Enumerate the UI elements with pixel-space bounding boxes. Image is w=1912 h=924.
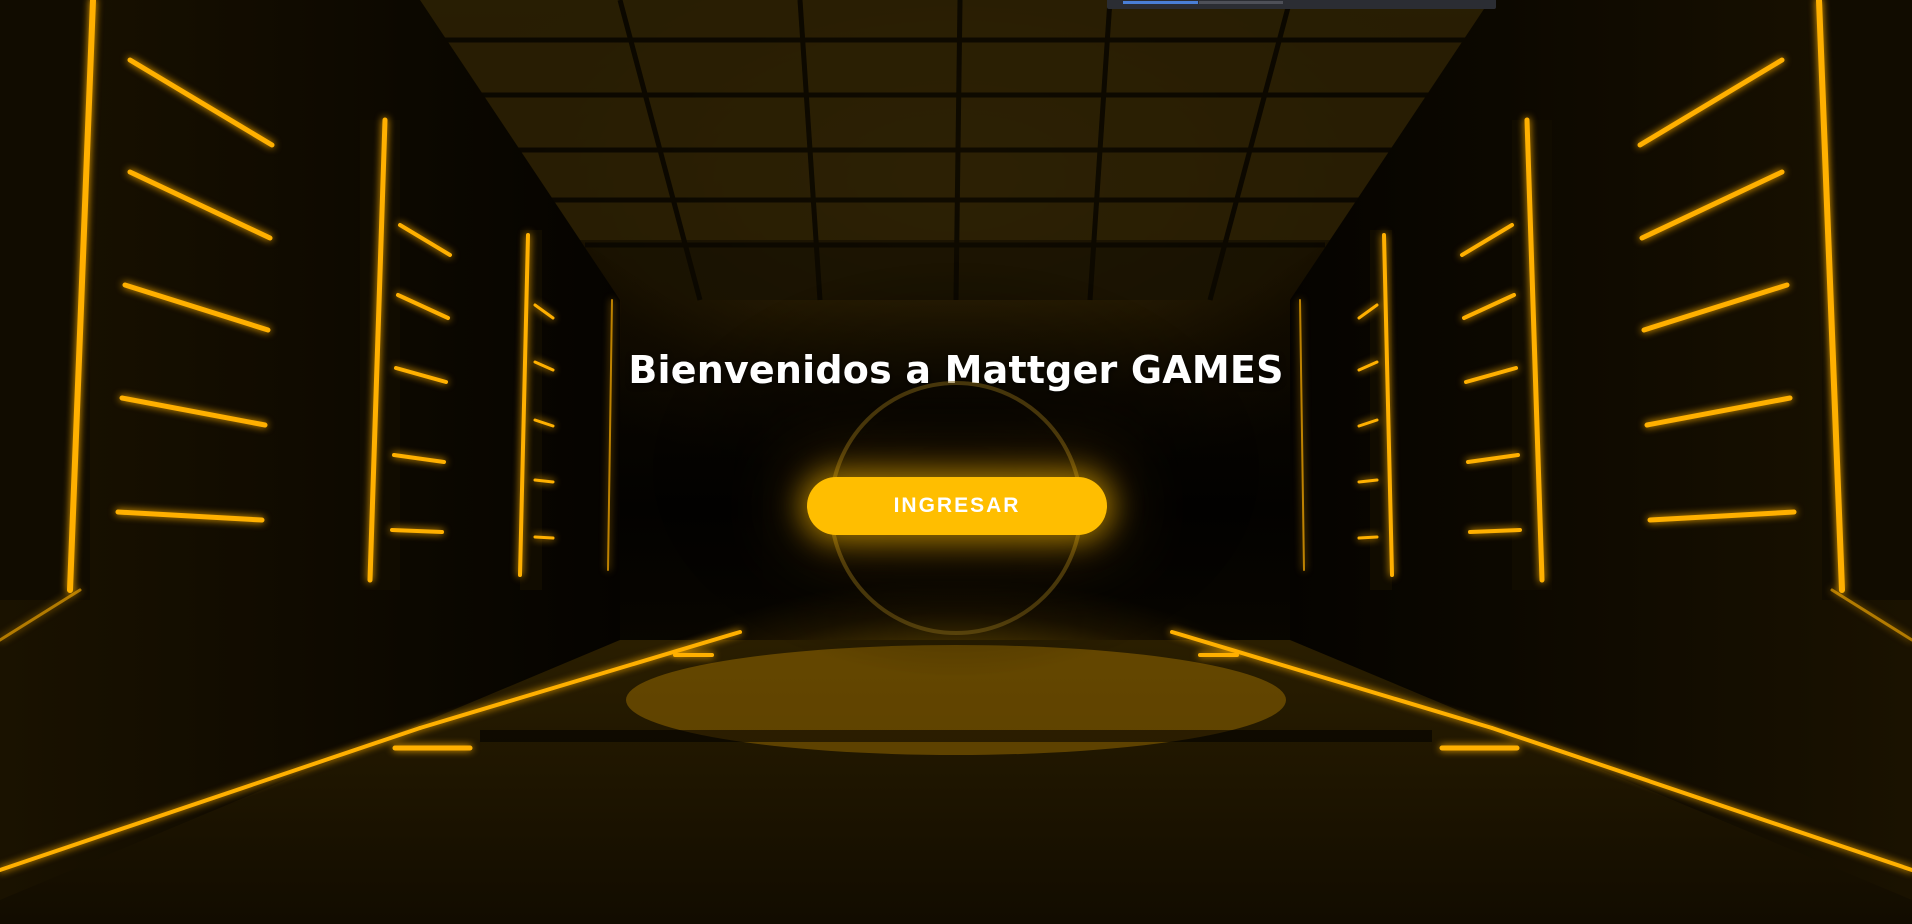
tab-indicator-idle[interactable] — [1199, 1, 1283, 4]
landing-page: Bienvenidos a Mattger GAMES INGRESAR — [0, 0, 1912, 924]
tab-indicator-active[interactable] — [1123, 1, 1198, 4]
browser-tab-strip — [1107, 0, 1496, 9]
enter-button[interactable]: INGRESAR — [807, 477, 1107, 535]
